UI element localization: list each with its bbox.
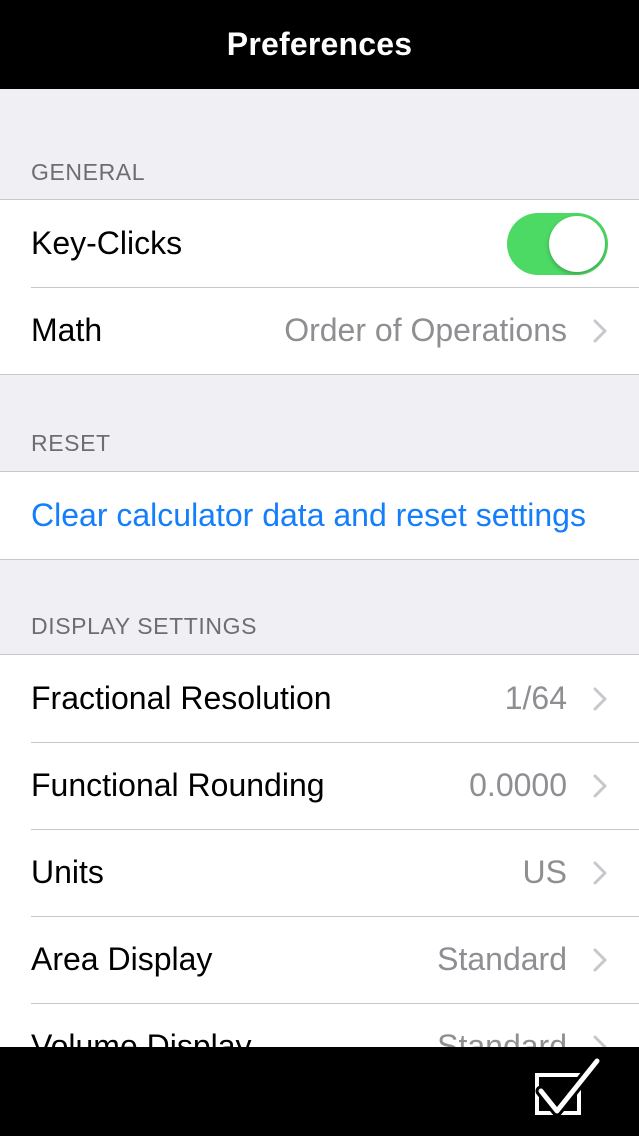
fractional-resolution-value: 1/64 — [504, 680, 567, 716]
group-reset: Clear calculator data and reset settings — [0, 471, 639, 560]
math-value: Order of Operations — [284, 312, 567, 348]
section-header-display-settings: DISPLAY SETTINGS — [31, 613, 258, 639]
checkmark-box-icon[interactable] — [531, 1057, 601, 1119]
bottom-toolbar — [0, 1047, 639, 1136]
math-label: Math — [31, 312, 103, 348]
chevron-right-icon — [593, 948, 607, 971]
row-area-display[interactable]: Area Display Standard — [0, 916, 639, 1003]
key-clicks-label: Key-Clicks — [31, 225, 183, 261]
units-label: Units — [31, 854, 104, 890]
chevron-right-icon — [593, 687, 607, 710]
chevron-right-icon — [593, 774, 607, 797]
page-title: Preferences — [226, 26, 413, 62]
toggle-knob — [549, 215, 605, 272]
key-clicks-toggle[interactable] — [507, 212, 608, 275]
area-display-label: Area Display — [31, 941, 213, 977]
fractional-resolution-label: Fractional Resolution — [31, 680, 332, 716]
functional-rounding-value: 0.0000 — [469, 767, 567, 803]
row-math[interactable]: Math Order of Operations — [0, 287, 639, 374]
chevron-right-icon — [593, 319, 607, 342]
section-header-general: GENERAL — [31, 159, 146, 185]
group-display-settings: Fractional Resolution 1/64 Functional Ro… — [0, 654, 639, 1047]
volume-display-value: Standard — [437, 1028, 567, 1047]
navigation-bar: Preferences — [0, 0, 639, 89]
units-value: US — [522, 854, 567, 890]
group-general: Key-Clicks Math Order of Operations — [0, 199, 639, 375]
chevron-right-icon — [593, 1035, 607, 1047]
row-units[interactable]: Units US — [0, 829, 639, 916]
section-header-reset: RESET — [31, 430, 111, 456]
row-key-clicks: Key-Clicks — [0, 200, 639, 287]
volume-display-label: Volume Display — [31, 1028, 252, 1047]
preferences-list[interactable]: GENERAL Key-Clicks Math Order of Operati… — [0, 89, 639, 1047]
row-fractional-resolution[interactable]: Fractional Resolution 1/64 — [0, 655, 639, 742]
functional-rounding-label: Functional Rounding — [31, 767, 325, 803]
row-functional-rounding[interactable]: Functional Rounding 0.0000 — [0, 742, 639, 829]
chevron-right-icon — [593, 861, 607, 884]
area-display-value: Standard — [437, 941, 567, 977]
row-volume-display[interactable]: Volume Display Standard — [0, 1003, 639, 1047]
clear-data-reset-settings-button[interactable]: Clear calculator data and reset settings — [31, 497, 601, 534]
row-clear-data[interactable]: Clear calculator data and reset settings — [0, 472, 639, 559]
